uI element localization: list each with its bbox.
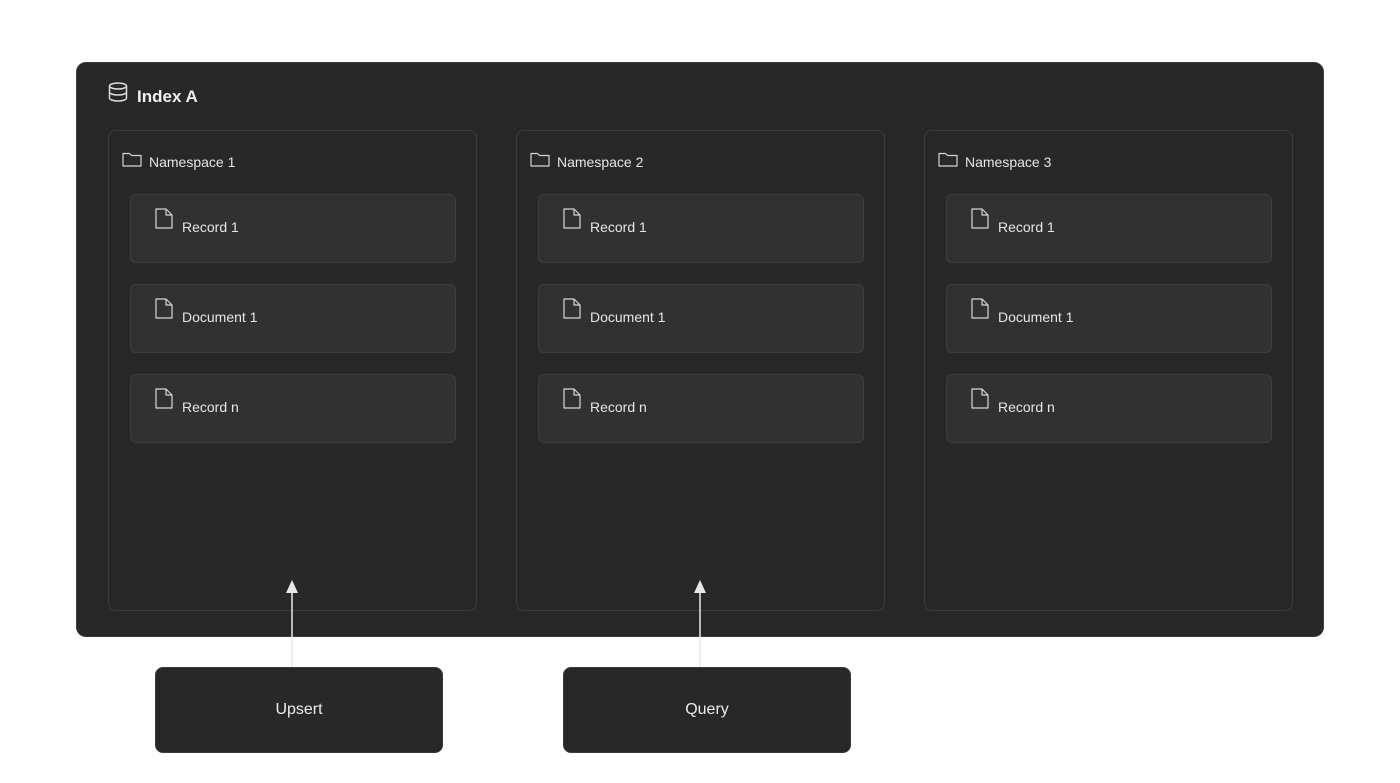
folder-icon: [122, 151, 142, 172]
file-icon: [155, 208, 173, 234]
index-title: Index A: [137, 86, 198, 106]
namespace-header: Namespace 3: [938, 151, 1051, 172]
record-card[interactable]: Document 1: [130, 284, 456, 353]
index-header: Index A: [107, 81, 198, 108]
record-card[interactable]: Record 1: [130, 194, 456, 263]
record-label: Document 1: [182, 309, 258, 325]
record-label: Document 1: [998, 309, 1074, 325]
namespace-card-1: Namespace 1 Record 1 Document 1 Record n: [108, 130, 477, 611]
record-label: Record 1: [590, 219, 647, 235]
record-label: Record n: [590, 399, 647, 415]
file-icon: [563, 298, 581, 324]
record-label: Document 1: [590, 309, 666, 325]
query-arrow: [694, 580, 706, 668]
record-label: Record n: [182, 399, 239, 415]
record-card[interactable]: Record 1: [946, 194, 1272, 263]
file-icon: [971, 208, 989, 234]
namespace-label: Namespace 2: [557, 153, 644, 170]
upsert-arrow: [286, 580, 298, 668]
record-label: Record 1: [182, 219, 239, 235]
upsert-button[interactable]: Upsert: [155, 667, 443, 753]
namespace-header: Namespace 1: [122, 151, 235, 172]
namespace-card-3: Namespace 3 Record 1 Document 1 Record n: [924, 130, 1293, 611]
record-label: Record n: [998, 399, 1055, 415]
folder-icon: [530, 151, 550, 172]
file-icon: [155, 298, 173, 324]
namespace-card-2: Namespace 2 Record 1 Document 1 Record n: [516, 130, 885, 611]
file-icon: [563, 208, 581, 234]
index-panel: Index A Namespace 1 Record 1 Document 1: [76, 62, 1324, 637]
namespace-label: Namespace 3: [965, 153, 1052, 170]
record-label: Record 1: [998, 219, 1055, 235]
upsert-label: Upsert: [275, 701, 323, 718]
file-icon: [971, 298, 989, 324]
folder-icon: [938, 151, 958, 172]
file-icon: [563, 388, 581, 414]
record-card[interactable]: Document 1: [538, 284, 864, 353]
file-icon: [155, 388, 173, 414]
namespace-label: Namespace 1: [149, 153, 236, 170]
record-card[interactable]: Record n: [538, 374, 864, 443]
query-label: Query: [685, 701, 729, 718]
record-card[interactable]: Document 1: [946, 284, 1272, 353]
namespace-header: Namespace 2: [530, 151, 643, 172]
record-card[interactable]: Record 1: [538, 194, 864, 263]
record-card[interactable]: Record n: [946, 374, 1272, 443]
query-button[interactable]: Query: [563, 667, 851, 753]
file-icon: [971, 388, 989, 414]
database-icon: [107, 81, 129, 108]
record-card[interactable]: Record n: [130, 374, 456, 443]
